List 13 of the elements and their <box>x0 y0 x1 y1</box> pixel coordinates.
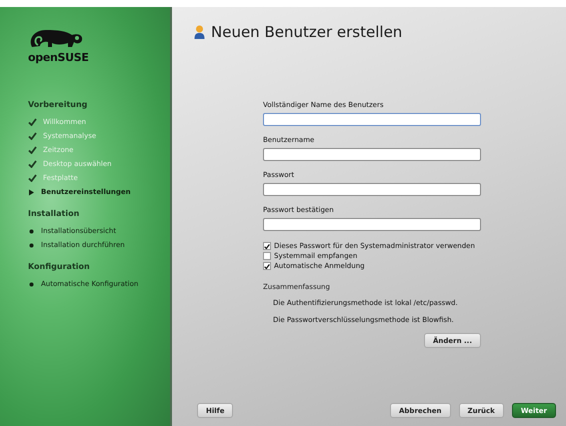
checkbox[interactable] <box>263 252 271 260</box>
section-title: Konfiguration <box>27 262 91 271</box>
input-field[interactable] <box>263 183 481 196</box>
checkbox[interactable] <box>263 242 271 250</box>
section-title: Vorbereitung <box>27 100 88 109</box>
input-field[interactable] <box>263 148 481 161</box>
section-title: Installation <box>27 209 80 218</box>
page-title: Neuen Benutzer erstellen <box>211 23 402 41</box>
input-field[interactable] <box>263 113 481 126</box>
input-field[interactable] <box>263 218 481 231</box>
logo-text: openSUSE <box>28 51 89 64</box>
checkbox[interactable] <box>263 262 271 270</box>
user-icon <box>194 25 205 39</box>
